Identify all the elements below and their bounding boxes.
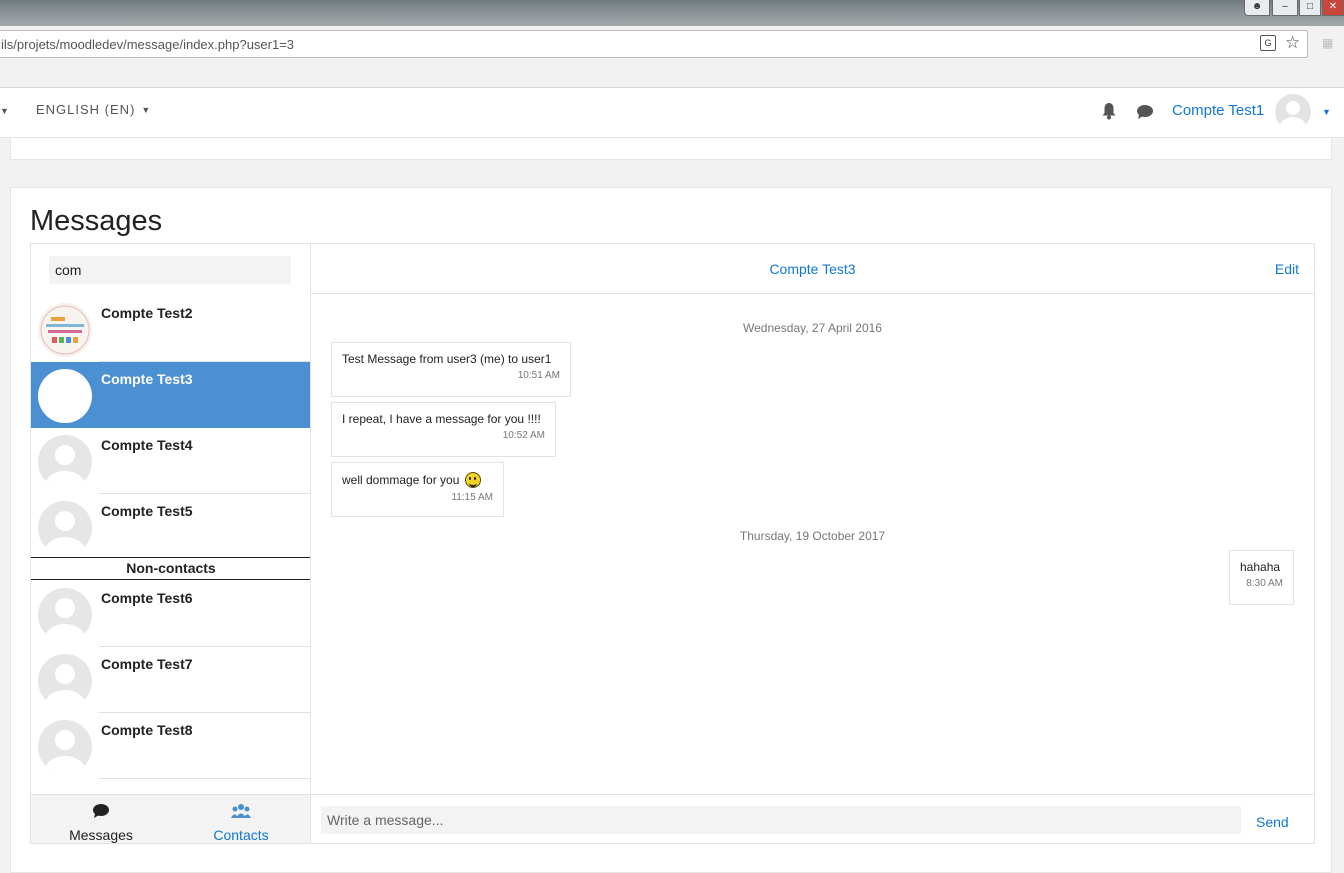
message-text: I repeat, I have a message for you !!!!	[342, 412, 541, 426]
contact-name: Compte Test6	[101, 590, 193, 606]
maximize-icon[interactable]: □	[1299, 0, 1321, 16]
browser-title-bar: ☻ – □ ✕	[0, 0, 1344, 26]
minimize-icon[interactable]: –	[1272, 0, 1298, 16]
contact-item[interactable]: Compte Test5	[31, 494, 310, 560]
conversation-title[interactable]: Compte Test3	[311, 261, 1314, 277]
message-time: 8:30 AM	[1246, 578, 1283, 589]
address-bar[interactable]: ils/projets/moodledev/message/index.php?…	[0, 30, 1308, 58]
panel-tabs: Messages Contacts	[31, 794, 310, 843]
avatar[interactable]	[1275, 94, 1311, 130]
conversation-header: Compte Test3 Edit	[311, 244, 1314, 294]
tab-label: Contacts	[213, 827, 269, 843]
search-input[interactable]	[49, 256, 291, 284]
message-time: 10:51 AM	[517, 370, 560, 381]
message-text: hahaha	[1240, 560, 1281, 574]
message-time: 11:15 AM	[451, 492, 493, 503]
message-text: well dommage for you	[342, 473, 460, 487]
language-label: ENGLISH (EN)	[36, 102, 136, 117]
translate-icon[interactable]: G	[1260, 35, 1276, 51]
conversation-panel: Compte Test3 Edit Wednesday, 27 April 20…	[311, 244, 1314, 843]
date-separator: Thursday, 19 October 2017	[739, 529, 886, 543]
contact-item[interactable]: Compte Test2	[31, 296, 310, 362]
site-navbar: ▼ ENGLISH (EN) ▼ Compte Test1 ▼	[0, 88, 1344, 138]
edit-button[interactable]: Edit	[1275, 261, 1299, 277]
avatar	[38, 435, 92, 489]
compose-bar: Send	[311, 794, 1314, 843]
message-bubble: hahaha 8:30 AM	[1229, 550, 1294, 605]
tab-label: Messages	[69, 827, 133, 843]
main-content: Messages com Compte Test2 Compte Test3 C…	[10, 187, 1332, 873]
url-text: ils/projets/moodledev/message/index.php?…	[1, 37, 295, 52]
chevron-down-icon[interactable]: ▼	[1322, 107, 1331, 117]
message-input[interactable]	[321, 806, 1241, 834]
messaging-area: Compte Test2 Compte Test3	[30, 243, 1315, 844]
noncontact-item[interactable]: Compte Test7	[31, 647, 310, 713]
message-bubble: Test Message from user3 (me) to user1 10…	[331, 342, 571, 397]
message-bubble: well dommage for you 11:15 AM	[331, 462, 504, 517]
header-strip	[10, 138, 1332, 160]
contact-name: Compte Test4	[101, 437, 193, 453]
tab-contacts[interactable]: Contacts	[171, 795, 310, 843]
contact-item[interactable]: Compte Test4	[31, 428, 310, 494]
smiley-emoji-icon	[464, 472, 481, 488]
user-profile-icon[interactable]: ☻	[1244, 0, 1270, 16]
language-menu[interactable]: ENGLISH (EN) ▼	[36, 102, 151, 117]
extension-icon[interactable]: ▦	[1322, 36, 1333, 50]
message-time: 10:52 AM	[502, 430, 545, 441]
user-menu-name[interactable]: Compte Test1	[1172, 102, 1264, 119]
noncontact-item[interactable]: Compte Test8	[31, 713, 310, 779]
users-icon	[231, 804, 251, 818]
contact-name: Compte Test7	[101, 656, 193, 672]
noncontact-item[interactable]: Compte Test6	[31, 581, 310, 647]
send-button[interactable]: Send	[1256, 814, 1289, 830]
avatar	[38, 588, 92, 642]
contact-name: Compte Test2	[101, 305, 193, 321]
comment-icon	[93, 804, 109, 818]
chevron-down-icon: ▼	[141, 105, 152, 115]
avatar	[38, 369, 92, 423]
avatar	[38, 303, 92, 357]
contact-item-selected[interactable]: Compte Test3	[31, 362, 310, 428]
noncontacts-heading: Non-contacts	[31, 557, 310, 580]
close-icon[interactable]: ✕	[1322, 0, 1344, 16]
avatar	[38, 501, 92, 555]
notification-bell-icon[interactable]	[1101, 102, 1117, 120]
message-bubble: I repeat, I have a message for you !!!! …	[331, 402, 556, 457]
bookmark-star-icon[interactable]: ☆	[1285, 33, 1300, 53]
avatar	[38, 720, 92, 774]
contact-name: Compte Test3	[101, 371, 193, 387]
messages-chat-icon[interactable]	[1136, 104, 1154, 120]
browser-toolbar: ils/projets/moodledev/message/index.php?…	[0, 26, 1344, 88]
avatar	[38, 654, 92, 708]
contact-name: Compte Test5	[101, 503, 193, 519]
contact-name: Compte Test8	[101, 722, 193, 738]
chevron-down-icon[interactable]: ▼	[0, 106, 9, 116]
message-text-row: well dommage for you	[342, 472, 493, 488]
divider	[99, 778, 310, 779]
message-text: Test Message from user3 (me) to user1	[342, 352, 552, 366]
page-title: Messages	[30, 205, 163, 237]
tab-messages[interactable]: Messages	[31, 795, 171, 843]
contacts-panel: Compte Test2 Compte Test3	[31, 244, 311, 843]
date-separator: Wednesday, 27 April 2016	[743, 321, 882, 335]
